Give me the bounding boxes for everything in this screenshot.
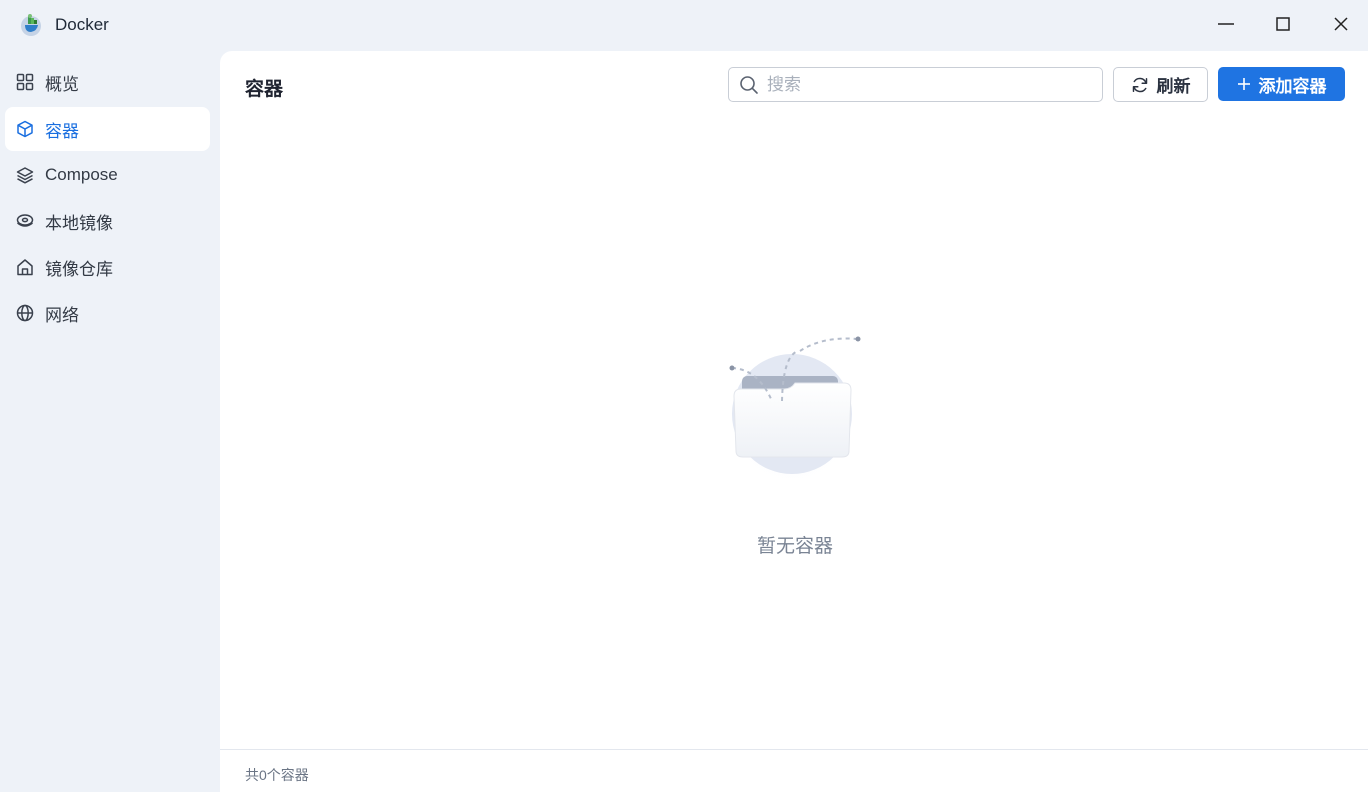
sidebar-item-label: Compose (45, 165, 118, 184)
sidebar-item-overview[interactable]: 概览 (5, 60, 210, 104)
empty-state-text: 暂无容器 (756, 536, 833, 557)
layers-icon (15, 165, 35, 185)
docker-logo-icon (18, 12, 44, 38)
container-count: 共0个容器 (245, 767, 309, 783)
refresh-button[interactable]: 刷新 (1113, 67, 1208, 102)
maximize-button[interactable] (1265, 8, 1301, 40)
search-input[interactable] (767, 74, 1087, 95)
home-icon (15, 257, 35, 277)
sidebar-item-label: 本地镜像 (45, 213, 113, 233)
grid-icon (15, 72, 35, 92)
add-container-button[interactable]: 添加容器 (1218, 67, 1345, 101)
empty-folder-illustration (722, 331, 868, 489)
sidebar-item-label: 容器 (45, 121, 79, 141)
refresh-label: 刷新 (1156, 77, 1191, 96)
cube-icon (15, 119, 35, 139)
sidebar-item-containers[interactable]: 容器 (5, 107, 210, 151)
footer: 共0个容器 (220, 749, 1368, 792)
app-title: Docker (55, 15, 109, 34)
disk-icon (15, 211, 35, 231)
sidebar-item-compose[interactable]: Compose (5, 153, 210, 197)
sidebar-item-label: 网络 (45, 305, 79, 325)
sidebar-item-local-images[interactable]: 本地镜像 (5, 199, 210, 243)
title-bar: Docker (0, 0, 1368, 50)
search-icon (740, 75, 758, 94)
add-container-label: 添加容器 (1258, 76, 1327, 96)
sidebar-item-label: 概览 (45, 74, 79, 94)
minimize-button[interactable] (1208, 8, 1244, 40)
sidebar-item-registry[interactable]: 镜像仓库 (5, 245, 210, 289)
close-icon (1334, 17, 1348, 31)
globe-icon (15, 303, 35, 323)
sidebar-item-label: 镜像仓库 (45, 259, 113, 279)
refresh-icon (1132, 77, 1147, 92)
close-button[interactable] (1323, 8, 1359, 40)
plus-icon (1237, 78, 1250, 90)
sidebar-item-network[interactable]: 网络 (5, 291, 210, 335)
page-title: 容器 (245, 79, 284, 100)
search-box[interactable] (728, 67, 1103, 102)
maximize-icon (1276, 17, 1290, 31)
main-panel: 容器 刷新 添加容器 (220, 51, 1368, 792)
minimize-icon (1218, 23, 1234, 25)
